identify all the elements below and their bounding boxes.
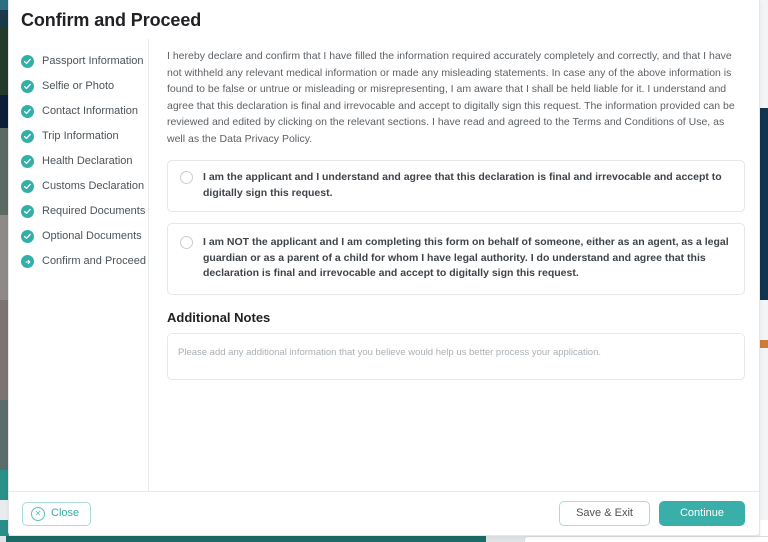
close-button[interactable]: ✕ Close [22, 501, 92, 526]
additional-notes-placeholder: Please add any additional information th… [178, 347, 602, 359]
page-root: Confirm and Proceed Passport Information… [0, 0, 768, 542]
check-circle-icon [21, 180, 34, 193]
continue-button[interactable]: Continue [658, 501, 745, 526]
background-page-right-edge [760, 0, 768, 542]
additional-notes-title: Additional Notes [167, 310, 271, 326]
additional-notes-input[interactable]: Please add any additional information th… [167, 333, 745, 381]
declaration-text: I hereby declare and confirm that I have… [167, 50, 735, 145]
footer-actions: Save & Exit Continue [559, 501, 745, 526]
sidebar-item-label: Confirm and Proceed [42, 255, 146, 267]
radio-button-not-applicant[interactable] [180, 235, 193, 249]
sidebar-item-selfie-or-photo[interactable]: Selfie or Photo [9, 74, 148, 99]
background-page-bottom-edge [0, 536, 768, 542]
declaration-option-applicant[interactable]: I am the applicant and I understand and … [167, 160, 745, 212]
arrow-right-circle-icon [21, 255, 34, 268]
check-circle-icon [21, 205, 34, 218]
sidebar-item-optional-documents[interactable]: Optional Documents [9, 224, 148, 249]
declaration-option-not-applicant[interactable]: I am NOT the applicant and I am completi… [167, 222, 745, 296]
sidebar-item-health-declaration[interactable]: Health Declaration [9, 149, 148, 174]
modal-header: Confirm and Proceed [9, 0, 759, 39]
declaration-content: I hereby declare and confirm that I have… [149, 39, 759, 491]
sidebar-item-label: Trip Information [42, 130, 119, 142]
sidebar-item-label: Customs Declaration [42, 180, 145, 192]
declaration-option-label: I am the applicant and I understand and … [203, 171, 722, 200]
close-button-label: Close [51, 507, 80, 519]
sidebar-item-label: Passport Information [42, 55, 144, 67]
sidebar-item-label: Required Documents [42, 205, 146, 217]
check-circle-icon [21, 155, 34, 168]
background-bottom-card [524, 536, 768, 542]
save-and-exit-button[interactable]: Save & Exit [559, 501, 650, 526]
modal-footer: ✕ Close Save & Exit Continue [9, 491, 759, 535]
steps-sidebar: Passport Information Selfie or Photo Con… [9, 39, 149, 491]
sidebar-item-required-documents[interactable]: Required Documents [9, 199, 148, 224]
check-circle-icon [21, 105, 34, 118]
sidebar-item-contact-information[interactable]: Contact Information [9, 99, 148, 124]
sidebar-item-confirm-and-proceed[interactable]: Confirm and Proceed [9, 249, 148, 274]
check-circle-icon [21, 230, 34, 243]
background-bottom-accent [6, 536, 486, 542]
page-title: Confirm and Proceed [21, 10, 202, 30]
sidebar-item-trip-information[interactable]: Trip Information [9, 124, 148, 149]
modal-body: Passport Information Selfie or Photo Con… [9, 39, 759, 491]
close-circle-icon: ✕ [31, 506, 45, 521]
check-circle-icon [21, 55, 34, 68]
check-circle-icon [21, 130, 34, 143]
sidebar-item-passport-information[interactable]: Passport Information [9, 49, 148, 74]
radio-button-applicant[interactable] [180, 171, 193, 185]
check-circle-icon [21, 80, 34, 93]
sidebar-item-label: Health Declaration [42, 155, 133, 167]
confirm-and-proceed-modal: Confirm and Proceed Passport Information… [8, 0, 760, 536]
declaration-option-label: I am NOT the applicant and I am completi… [203, 235, 729, 280]
sidebar-item-label: Contact Information [42, 105, 138, 117]
sidebar-item-label: Optional Documents [42, 230, 142, 242]
sidebar-item-label: Selfie or Photo [42, 80, 115, 92]
sidebar-item-customs-declaration[interactable]: Customs Declaration [9, 174, 148, 199]
